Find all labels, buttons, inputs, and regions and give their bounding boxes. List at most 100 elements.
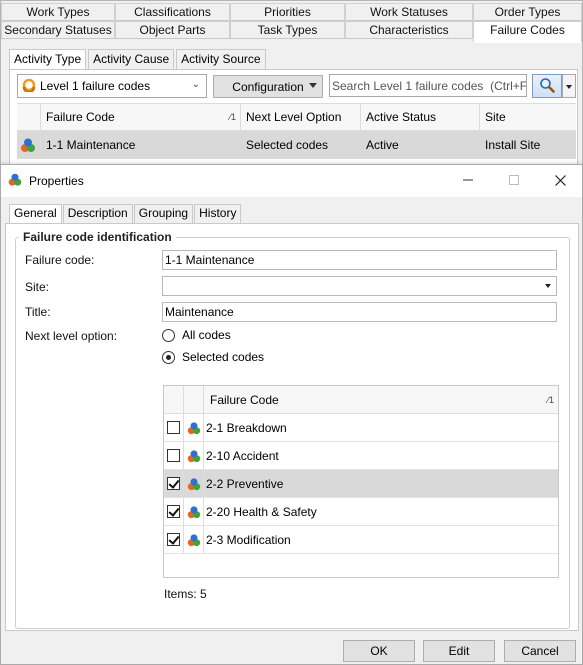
code-label: 2-1 Breakdown: [206, 420, 287, 435]
tab-characteristics[interactable]: Characteristics: [345, 21, 473, 39]
magnifier-icon: [539, 77, 555, 96]
tab-work-statuses[interactable]: Work Statuses: [345, 3, 473, 21]
table-row[interactable]: 1-1 Maintenance Selected codes Active In…: [17, 131, 576, 159]
code-label: 2-10 Accident: [206, 448, 279, 463]
minimize-icon: [463, 179, 473, 181]
minimize-button[interactable]: [445, 165, 491, 195]
search-button[interactable]: [532, 74, 562, 98]
radio-all-codes[interactable]: All codes: [162, 328, 231, 342]
colored-spheres-icon: [184, 414, 204, 441]
tab-object-parts[interactable]: Object Parts: [115, 21, 230, 39]
code-label: 2-2 Preventive: [206, 476, 284, 491]
tab-grouping[interactable]: Grouping: [133, 204, 194, 223]
tab-history[interactable]: History: [194, 204, 242, 223]
sort-ascending-icon: ⁄1: [229, 112, 236, 122]
site-label: Site:: [25, 280, 50, 294]
radio-selected-codes-label: Selected codes: [182, 350, 265, 364]
top-tab-row-2: Secondary Statuses Object Parts Task Typ…: [1, 21, 582, 43]
tab-failure-codes[interactable]: Failure Codes: [473, 21, 582, 43]
tab-task-types[interactable]: Task Types: [230, 21, 345, 39]
tab-activity-cause[interactable]: Activity Cause: [88, 49, 175, 69]
tab-classifications[interactable]: Classifications: [115, 3, 230, 21]
cancel-button[interactable]: Cancel: [504, 640, 576, 662]
code-label: 2-3 Modification: [206, 532, 291, 547]
failure-code-label: Failure code:: [25, 253, 95, 267]
items-count: Items: 5: [164, 587, 207, 601]
tab-activity-type[interactable]: Activity Type: [9, 49, 87, 70]
next-level-option-label: Next level option:: [25, 329, 118, 343]
colored-spheres-icon: [184, 442, 204, 469]
column-failure-code[interactable]: Failure Code ⁄1: [41, 104, 241, 130]
search-box[interactable]: [329, 74, 527, 97]
configuration-label: Configuration: [232, 79, 304, 94]
general-panel: Failure code identification Failure code…: [5, 223, 579, 631]
close-icon: [554, 174, 566, 186]
configuration-button[interactable]: Configuration: [213, 75, 323, 98]
colored-spheres-icon: [184, 526, 204, 553]
checkbox-checked[interactable]: [167, 533, 180, 546]
dialog-tabs: General Description Grouping History: [9, 204, 242, 224]
failure-code-field[interactable]: 1-1 Maintenance: [162, 250, 557, 270]
checkbox-unchecked[interactable]: [167, 449, 180, 462]
column-failure-code-label: Failure Code: [210, 392, 279, 407]
tab-general[interactable]: General: [9, 204, 62, 224]
colored-spheres-icon: [184, 470, 204, 497]
icon-column-header: [184, 386, 204, 413]
radio-button-icon: [162, 328, 175, 342]
tab-description[interactable]: Description: [62, 204, 133, 223]
tab-order-types[interactable]: Order Types: [473, 3, 582, 21]
level-select[interactable]: Level 1 failure codes ⌄: [17, 74, 207, 98]
chevron-down-icon: ⌄: [191, 79, 200, 90]
checkbox-cell[interactable]: [164, 442, 184, 469]
checkbox-cell[interactable]: [164, 526, 184, 553]
title-field[interactable]: Maintenance: [162, 302, 557, 322]
radio-selected-codes[interactable]: Selected codes: [162, 350, 264, 364]
search-options-dropdown[interactable]: [562, 74, 576, 98]
tab-work-types[interactable]: Work Types: [1, 3, 115, 21]
checkbox-unchecked[interactable]: [167, 421, 180, 434]
checkbox-checked[interactable]: [167, 505, 180, 518]
close-button[interactable]: [537, 165, 583, 195]
orange-ring-icon: [22, 78, 36, 95]
tab-secondary-statuses[interactable]: Secondary Statuses: [1, 21, 115, 39]
cell-failure-code: 1-1 Maintenance: [46, 138, 136, 152]
column-next-level-option[interactable]: Next Level Option: [241, 104, 361, 130]
edit-button[interactable]: Edit: [423, 640, 495, 662]
checkbox-cell[interactable]: [164, 470, 184, 497]
tab-activity-source[interactable]: Activity Source: [176, 49, 266, 69]
list-item[interactable]: 2-1 Breakdown: [164, 414, 558, 442]
maximize-button[interactable]: [491, 165, 537, 195]
list-item[interactable]: 2-3 Modification: [164, 526, 558, 554]
sort-ascending-icon: ⁄1: [547, 395, 554, 405]
cell-next-level-option: Selected codes: [246, 138, 329, 152]
top-tab-row-1: Work Types Classifications Priorities Wo…: [1, 3, 582, 21]
radio-button-selected-icon: [162, 350, 175, 364]
list-item[interactable]: 2-10 Accident: [164, 442, 558, 470]
column-site[interactable]: Site: [480, 104, 576, 130]
checkbox-cell[interactable]: [164, 414, 184, 441]
site-select[interactable]: [162, 276, 557, 296]
cell-active-status: Active: [366, 138, 399, 152]
activity-subtabs: Activity Type Activity Cause Activity So…: [9, 49, 268, 70]
level-select-value: Level 1 failure codes: [40, 79, 151, 93]
dialog-titlebar[interactable]: Properties: [1, 165, 582, 197]
list-item[interactable]: 2-20 Health & Safety: [164, 498, 558, 526]
failure-codes-grid-header: Failure Code ⁄1 Next Level Option Active…: [17, 103, 576, 131]
radio-all-codes-label: All codes: [182, 328, 231, 342]
title-label: Title:: [25, 305, 51, 319]
row-icon-header: [17, 104, 41, 130]
checkbox-checked[interactable]: [167, 477, 180, 490]
ok-button[interactable]: OK: [343, 640, 415, 662]
tab-priorities[interactable]: Priorities: [230, 3, 345, 21]
colored-spheres-icon: [184, 498, 204, 525]
column-failure-code[interactable]: Failure Code ⁄1: [204, 386, 558, 413]
properties-dialog: Properties General Description Grouping …: [0, 164, 583, 665]
sort-order-number: 1: [548, 395, 554, 405]
dropdown-arrow-icon: [545, 284, 551, 288]
list-item-selected[interactable]: 2-2 Preventive: [164, 470, 558, 498]
search-input[interactable]: [330, 75, 526, 96]
checkbox-cell[interactable]: [164, 498, 184, 525]
level-2-codes-grid: Failure Code ⁄1 2-1 Breakdown 2-10 Accid…: [163, 385, 559, 578]
column-active-status[interactable]: Active Status: [361, 104, 480, 130]
column-failure-code-label: Failure Code: [46, 110, 115, 124]
